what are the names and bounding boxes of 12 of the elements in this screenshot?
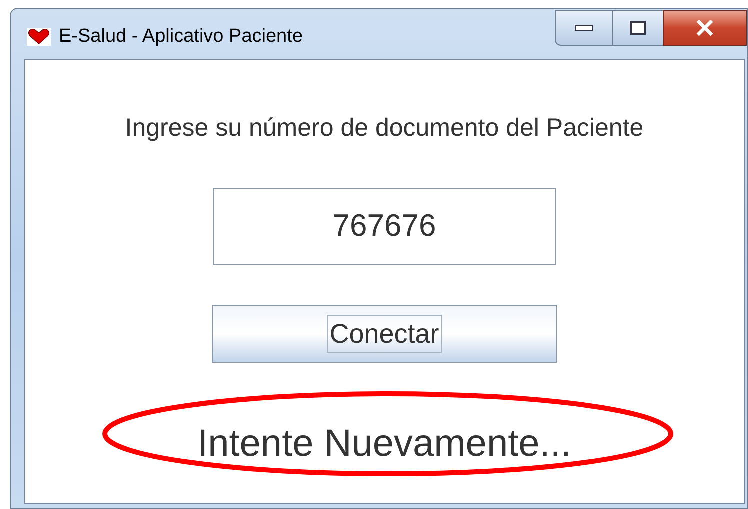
maximize-icon: [630, 21, 646, 35]
prompt-label: Ingrese su número de documento del Paciente: [125, 113, 644, 144]
close-button[interactable]: [663, 10, 747, 46]
window-title: E-Salud - Aplicativo Paciente: [59, 25, 303, 49]
heart-icon: [27, 28, 51, 46]
document-field[interactable]: 767676: [213, 188, 556, 264]
minimize-icon: [575, 25, 593, 31]
connect-button[interactable]: Conectar: [212, 304, 557, 362]
status-message: Intente Nuevamente...: [198, 422, 572, 466]
close-icon: [696, 20, 714, 36]
maximize-button[interactable]: [613, 10, 663, 46]
minimize-button[interactable]: [555, 10, 613, 46]
